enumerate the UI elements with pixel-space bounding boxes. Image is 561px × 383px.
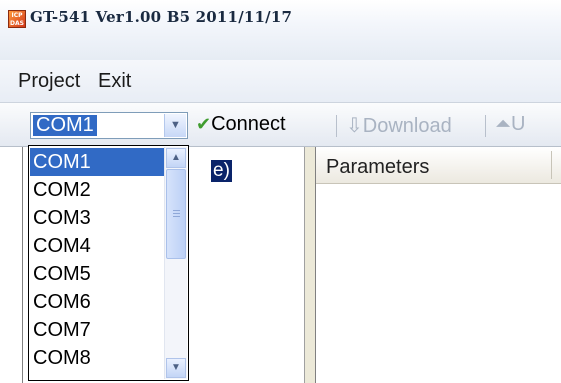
grip-line	[173, 210, 180, 211]
pane-splitter[interactable]	[305, 147, 315, 383]
dropdown-scrollbar[interactable]: ▲ ▼	[164, 147, 187, 379]
dropdown-option-com4[interactable]: COM4	[30, 232, 164, 260]
upload-arrow-icon: ⏶	[495, 113, 511, 135]
com-port-dropdown-list[interactable]: COM1 COM2 COM3 COM4 COM5 COM6 COM7 COM8 …	[28, 145, 189, 381]
connect-button[interactable]: ✔Connect	[196, 113, 286, 136]
menu-project[interactable]: Project	[18, 70, 80, 93]
icp-das-logo-icon: ICP DAS	[8, 10, 26, 28]
grip-line	[173, 216, 180, 217]
menu-bar: Project Exit	[0, 60, 561, 103]
checkmark-icon: ✔	[196, 114, 212, 134]
menu-exit[interactable]: Exit	[98, 70, 131, 93]
column-divider[interactable]	[551, 151, 552, 179]
main-window: ICP DAS GT-541 Ver1.00 B5 2011/11/17 Proj…	[0, 0, 561, 383]
download-arrow-icon: ⇩	[346, 115, 363, 137]
grip-line	[173, 213, 180, 214]
download-button[interactable]: ⇩Download	[346, 113, 452, 138]
dropdown-option-com3[interactable]: COM3	[30, 204, 164, 232]
scroll-up-icon[interactable]: ▲	[166, 148, 186, 168]
tree-selected-node[interactable]: e)	[211, 160, 232, 182]
dropdown-option-com5[interactable]: COM5	[30, 260, 164, 288]
chevron-down-icon[interactable]: ▼	[164, 114, 186, 137]
parameters-column-header[interactable]: Parameters	[326, 156, 429, 179]
com-port-value: COM1	[33, 115, 97, 136]
upload-label: U	[511, 113, 526, 135]
dropdown-option-com6[interactable]: COM6	[30, 288, 164, 316]
upload-button[interactable]: ⏶U	[495, 113, 525, 136]
parameters-grid[interactable]: Parameters	[315, 147, 561, 383]
grid-header[interactable]: Parameters	[316, 147, 561, 184]
toolbar-separator	[336, 115, 337, 137]
com-port-select[interactable]: COM1 ▼	[30, 112, 188, 139]
scroll-down-icon[interactable]: ▼	[166, 358, 186, 378]
download-label: Download	[362, 115, 452, 137]
scroll-thumb[interactable]	[166, 169, 186, 259]
dropdown-option-com2[interactable]: COM2	[30, 176, 164, 204]
window-title: GT-541 Ver1.00 B5 2011/11/17	[30, 8, 293, 26]
dropdown-option-com8[interactable]: COM8	[30, 344, 164, 372]
toolbar-separator	[485, 115, 486, 137]
title-bar[interactable]: ICP DAS GT-541 Ver1.00 B5 2011/11/17	[0, 0, 561, 61]
connect-label: Connect	[211, 113, 286, 135]
toolbar: COM1 ▼ ✔Connect ⇩Download ⏶U	[0, 103, 561, 147]
dropdown-option-com7[interactable]: COM7	[30, 316, 164, 344]
dropdown-option-com1[interactable]: COM1	[30, 148, 164, 176]
